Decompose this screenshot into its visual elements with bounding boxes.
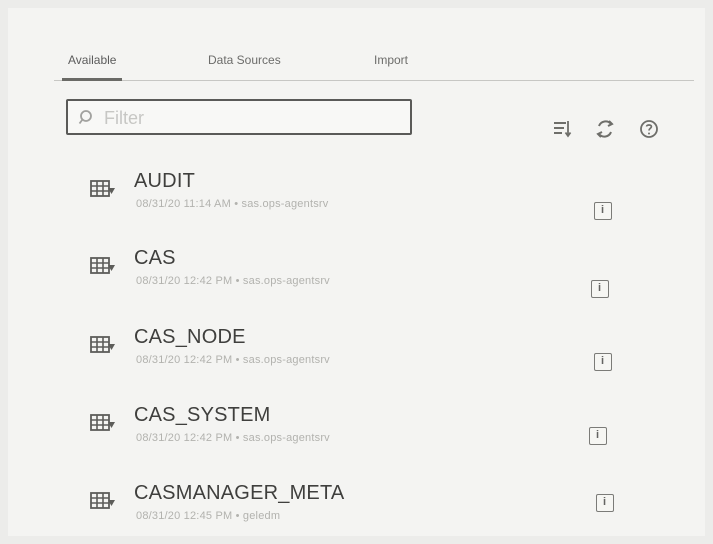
- filter-input[interactable]: [102, 101, 406, 135]
- info-button[interactable]: i: [591, 280, 609, 298]
- info-icon: i: [603, 496, 607, 508]
- info-icon: i: [601, 355, 605, 367]
- tab-data-sources[interactable]: Data Sources: [208, 50, 281, 78]
- source-list-item[interactable]: CAS 08/31/20 12:42 PM • sas.ops-agentsrv…: [90, 247, 650, 302]
- info-button[interactable]: i: [594, 353, 612, 371]
- tab-bar: Available Data Sources Import: [54, 46, 694, 81]
- table-icon: [90, 412, 116, 434]
- source-list-item[interactable]: CASMANAGER_META 08/31/20 12:45 PM • gele…: [90, 482, 650, 536]
- table-icon: [90, 334, 116, 356]
- info-button[interactable]: i: [596, 494, 614, 512]
- table-icon: [90, 490, 116, 512]
- source-name: CAS_NODE: [134, 326, 246, 348]
- source-list-item[interactable]: CAS_SYSTEM 08/31/20 12:42 PM • sas.ops-a…: [90, 404, 650, 459]
- source-meta: 08/31/20 12:45 PM • geledm: [136, 510, 281, 522]
- sort-icon[interactable]: [551, 118, 573, 140]
- source-list-item[interactable]: AUDIT 08/31/20 11:14 AM • sas.ops-agents…: [90, 170, 650, 225]
- source-name: CASMANAGER_META: [134, 482, 345, 504]
- data-panel: Available Data Sources Import Filter AUD…: [8, 8, 705, 536]
- table-icon: [90, 255, 116, 277]
- filter-field[interactable]: [66, 99, 412, 135]
- info-icon: i: [598, 282, 602, 294]
- help-icon[interactable]: [638, 118, 660, 140]
- search-icon: [78, 109, 96, 127]
- info-button[interactable]: i: [594, 202, 612, 220]
- source-name: CAS: [134, 247, 176, 269]
- refresh-icon[interactable]: [594, 118, 616, 140]
- info-icon: i: [601, 204, 605, 216]
- tab-available[interactable]: Available: [62, 50, 123, 81]
- source-meta: 08/31/20 12:42 PM • sas.ops-agentsrv: [136, 275, 330, 287]
- source-meta: 08/31/20 12:42 PM • sas.ops-agentsrv: [136, 432, 330, 444]
- source-name: CAS_SYSTEM: [134, 404, 271, 426]
- tab-import[interactable]: Import: [374, 50, 408, 78]
- table-icon: [90, 178, 116, 200]
- source-list-item[interactable]: CAS_NODE 08/31/20 12:42 PM • sas.ops-age…: [90, 326, 650, 381]
- source-meta: 08/31/20 11:14 AM • sas.ops-agentsrv: [136, 198, 329, 210]
- source-name: AUDIT: [134, 170, 195, 192]
- info-icon: i: [596, 429, 600, 441]
- info-button[interactable]: i: [589, 427, 607, 445]
- source-meta: 08/31/20 12:42 PM • sas.ops-agentsrv: [136, 354, 330, 366]
